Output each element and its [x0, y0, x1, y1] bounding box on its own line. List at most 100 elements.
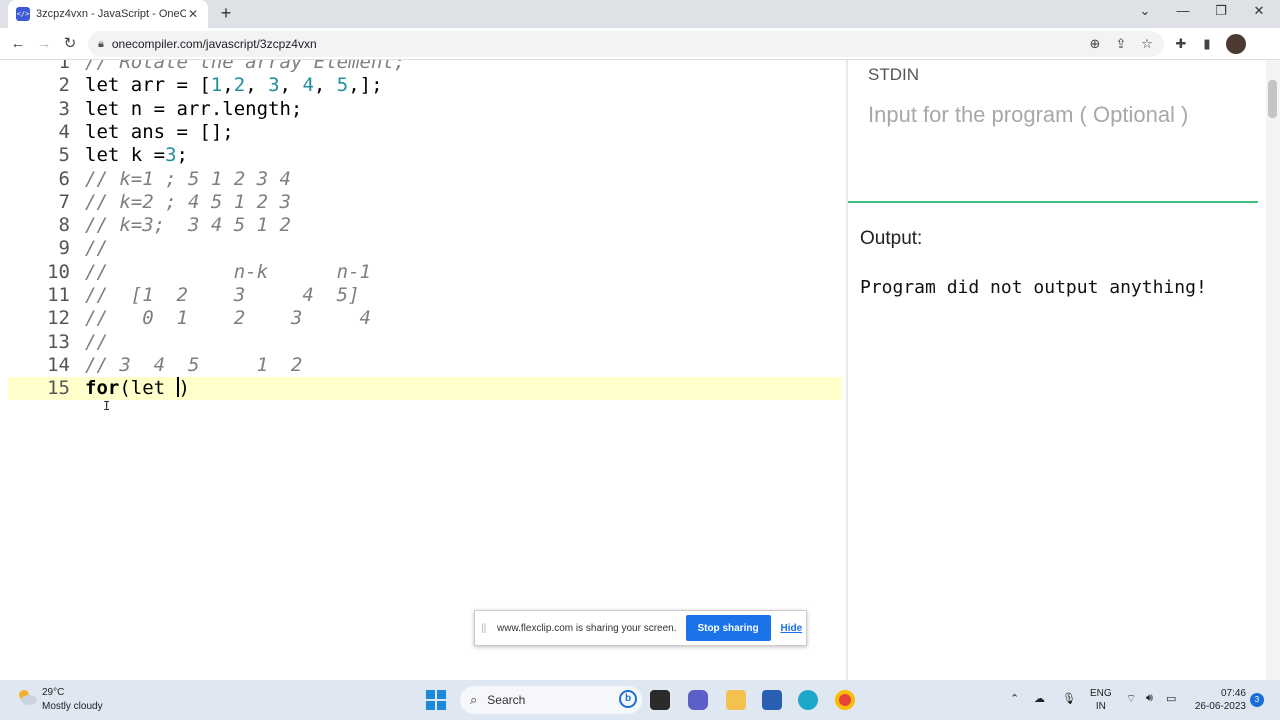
- share-icon[interactable]: ⇪: [1112, 35, 1130, 53]
- code-line[interactable]: let ans = [];: [85, 121, 234, 143]
- windows-taskbar: 29°C Mostly cloudy ⌕ Search b ⌃ ☁ 🎙︎ ENG…: [0, 680, 1280, 720]
- partly-cloudy-weather-icon[interactable]: [16, 688, 38, 706]
- show-hidden-icons-chevron-icon[interactable]: ⌃: [1010, 692, 1019, 705]
- region-code: IN: [1095, 701, 1106, 712]
- hide-link[interactable]: Hide: [781, 623, 803, 634]
- code-line[interactable]: for(let ): [85, 377, 190, 399]
- code-line[interactable]: // k=3; 3 4 5 1 2: [85, 214, 291, 236]
- code-token: // 0 1 2 3 4: [85, 307, 371, 330]
- code-token: let k =: [85, 144, 166, 167]
- code-token: ;: [176, 144, 188, 167]
- line-number: 3: [58, 97, 70, 120]
- edge-browser-icon[interactable]: [798, 690, 818, 710]
- line-number: 9: [58, 237, 70, 260]
- code-token: ,];: [348, 74, 383, 97]
- tab-title: 3zcpz4vxn - JavaScript - OneCom: [36, 8, 186, 20]
- code-line[interactable]: let arr = [1,2, 3, 4, 5,];: [85, 74, 383, 96]
- clock-time: 07:46: [1220, 688, 1246, 699]
- code-token: 1: [210, 74, 223, 97]
- code-token: // Rotate the array Element;: [85, 60, 406, 73]
- stdin-label: STDIN: [868, 65, 919, 84]
- bookmark-star-icon[interactable]: ☆: [1138, 35, 1156, 53]
- battery-icon[interactable]: ▭: [1166, 692, 1176, 705]
- code-line[interactable]: let n = arr.length;: [85, 98, 302, 120]
- taskbar-search[interactable]: ⌕ Search: [460, 686, 642, 714]
- code-line[interactable]: // 3 4 5 1 2: [85, 354, 302, 376]
- address-bar[interactable]: 🔒︎ onecompiler.com/javascript/3zcpz4vxn: [88, 31, 1164, 57]
- code-line[interactable]: // n-k n-1: [85, 261, 371, 283]
- code-token: // k=1 ; 5 1 2 3 4: [85, 167, 291, 190]
- close-window-button[interactable]: ✕: [1244, 3, 1274, 23]
- code-line[interactable]: // Rotate the array Element;: [85, 60, 405, 73]
- language-indicator[interactable]: ENG IN: [1090, 687, 1112, 713]
- file-explorer-icon[interactable]: [726, 690, 746, 710]
- code-editor[interactable]: 1 2 3 4 5 6 7 8 9 10 11 12 13 14 15 // Rotate the arra…: [0, 60, 842, 680]
- system-clock[interactable]: 07:46 26-06-2023: [1192, 687, 1246, 713]
- extensions-puzzle-icon[interactable]: ✚: [1172, 35, 1190, 53]
- line-number: 1: [58, 60, 70, 73]
- windows-start-icon[interactable]: [426, 690, 446, 710]
- wifi-icon[interactable]: ⌔: [1126, 692, 1136, 706]
- clock-date: 26-06-2023: [1194, 701, 1246, 712]
- teams-chat-icon[interactable]: [688, 690, 708, 710]
- share-message: www.flexclip.com is sharing your screen.: [497, 622, 677, 634]
- code-line[interactable]: // k=2 ; 4 5 1 2 3: [85, 191, 291, 213]
- code-line[interactable]: // [1 2 3 4 5]: [85, 284, 360, 306]
- code-token: 3: [165, 144, 177, 167]
- page-scrollbar[interactable]: [1266, 60, 1280, 680]
- screen-share-banner: || www.flexclip.com is sharing your scre…: [474, 610, 807, 646]
- line-number: 13: [47, 330, 70, 353]
- scrollbar-thumb[interactable]: [1268, 80, 1277, 118]
- weather-description[interactable]: Mostly cloudy: [42, 701, 103, 712]
- panel-divider[interactable]: [846, 60, 848, 680]
- browser-tab[interactable]: </> 3zcpz4vxn - JavaScript - OneCom ✕: [8, 0, 208, 28]
- new-tab-button[interactable]: +: [216, 4, 236, 24]
- back-arrow-icon[interactable]: ←: [8, 34, 28, 54]
- side-panel-icon[interactable]: ▮: [1198, 35, 1216, 53]
- tab-close-icon[interactable]: ✕: [186, 7, 200, 21]
- chrome-browser-icon[interactable]: [835, 690, 855, 710]
- browser-tab-strip: </> 3zcpz4vxn - JavaScript - OneCom ✕ + …: [0, 0, 1280, 28]
- code-token: ,: [222, 74, 234, 97]
- code-line[interactable]: //: [85, 331, 108, 353]
- volume-icon[interactable]: 🔊︎: [1146, 692, 1153, 705]
- drag-grip-icon[interactable]: ||: [481, 623, 491, 634]
- zoom-icon[interactable]: ⊕: [1086, 35, 1104, 53]
- stop-sharing-button[interactable]: Stop sharing: [685, 615, 771, 641]
- reload-icon[interactable]: ↻: [60, 34, 80, 54]
- line-number: 6: [58, 167, 70, 190]
- microphone-icon[interactable]: 🎙︎: [1062, 692, 1076, 705]
- code-token: // n-k n-1: [85, 260, 371, 283]
- bing-icon[interactable]: b: [619, 690, 637, 708]
- line-number: 5: [58, 144, 70, 167]
- forward-arrow-icon[interactable]: →: [34, 34, 54, 54]
- code-line[interactable]: // 0 1 2 3 4: [85, 307, 371, 329]
- tab-search-chevron-icon[interactable]: ⌄: [1130, 3, 1160, 23]
- stdin-input[interactable]: Input for the program ( Optional ): [868, 102, 1188, 128]
- code-token: ,: [313, 74, 337, 97]
- maximize-button[interactable]: ❐: [1206, 3, 1236, 23]
- line-number: 4: [58, 120, 70, 143]
- notification-badge[interactable]: 3: [1250, 693, 1264, 707]
- code-token: for: [85, 377, 120, 400]
- task-view-icon[interactable]: [650, 690, 670, 710]
- onedrive-cloud-icon[interactable]: ☁: [1034, 692, 1045, 705]
- code-line[interactable]: //: [85, 237, 108, 259]
- stdin-output-separator: [848, 201, 1258, 203]
- code-token: ): [178, 377, 190, 400]
- code-token: ,: [279, 74, 303, 97]
- profile-avatar[interactable]: [1226, 34, 1246, 54]
- browser-toolbar: ← → ↻ 🔒︎ onecompiler.com/javascript/3zcp…: [0, 28, 1280, 60]
- line-number: 8: [58, 214, 70, 237]
- code-token: //: [85, 330, 108, 353]
- code-line[interactable]: let k =3;: [85, 144, 188, 166]
- microsoft-store-icon[interactable]: [762, 690, 782, 710]
- code-line[interactable]: // k=1 ; 5 1 2 3 4: [85, 168, 291, 190]
- weather-temperature[interactable]: 29°C: [42, 687, 64, 698]
- minimize-button[interactable]: —: [1168, 3, 1198, 23]
- code-token: // 3 4 5 1 2: [85, 353, 303, 376]
- code-token: //: [85, 237, 108, 260]
- code-token: // k=2 ; 4 5 1 2 3: [85, 190, 291, 213]
- code-token: 3: [268, 74, 280, 97]
- line-number: 15: [47, 377, 70, 400]
